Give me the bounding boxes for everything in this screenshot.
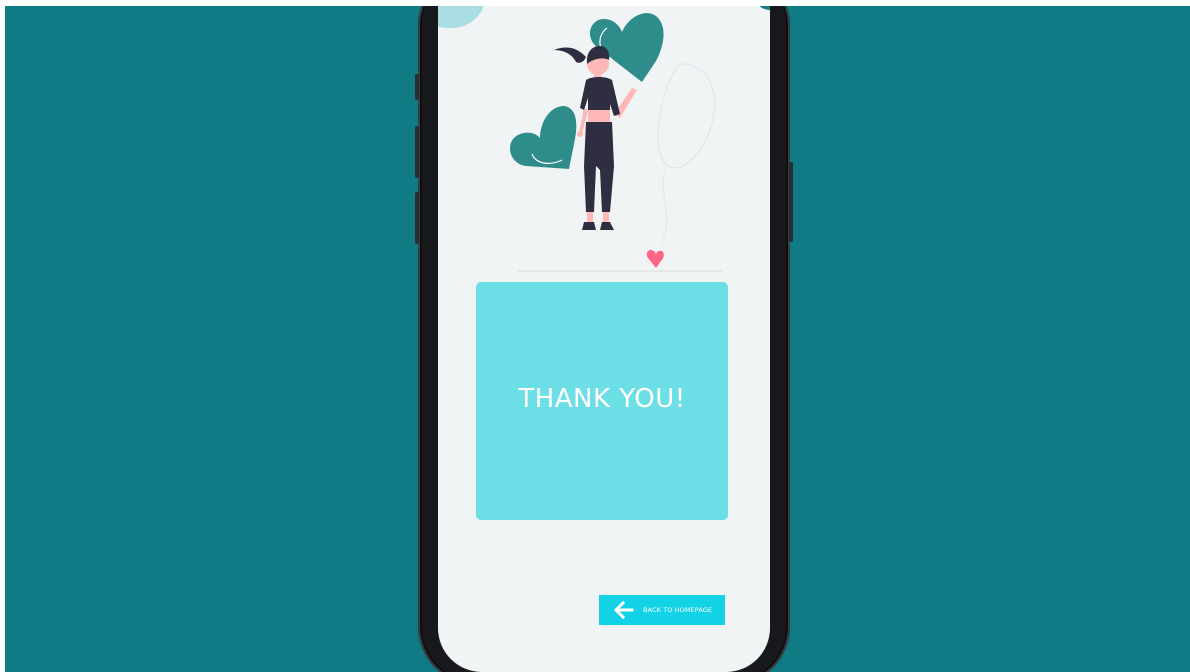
back-button-label: BACK TO HOMEPAGE [643,606,713,614]
phone-side-button [415,126,419,178]
heart-icon [509,106,577,169]
phone-side-button [415,74,419,100]
background: THANK YOU! BACK TO HOMEPAGE [5,6,1190,672]
small-heart-icon [646,249,664,268]
phone-side-button [789,162,793,242]
decorative-blob [754,6,770,10]
arrow-left-icon [613,600,634,620]
thank-you-card: THANK YOU! [476,282,728,520]
phone-screen: THANK YOU! BACK TO HOMEPAGE [438,6,770,672]
phone-side-button [415,192,419,244]
phone-frame: THANK YOU! BACK TO HOMEPAGE [415,6,793,672]
woman-with-hearts-illustration [509,13,722,272]
thank-you-heading: THANK YOU! [518,384,686,414]
decorative-blob [438,6,486,28]
back-to-homepage-button[interactable]: BACK TO HOMEPAGE [599,595,725,625]
